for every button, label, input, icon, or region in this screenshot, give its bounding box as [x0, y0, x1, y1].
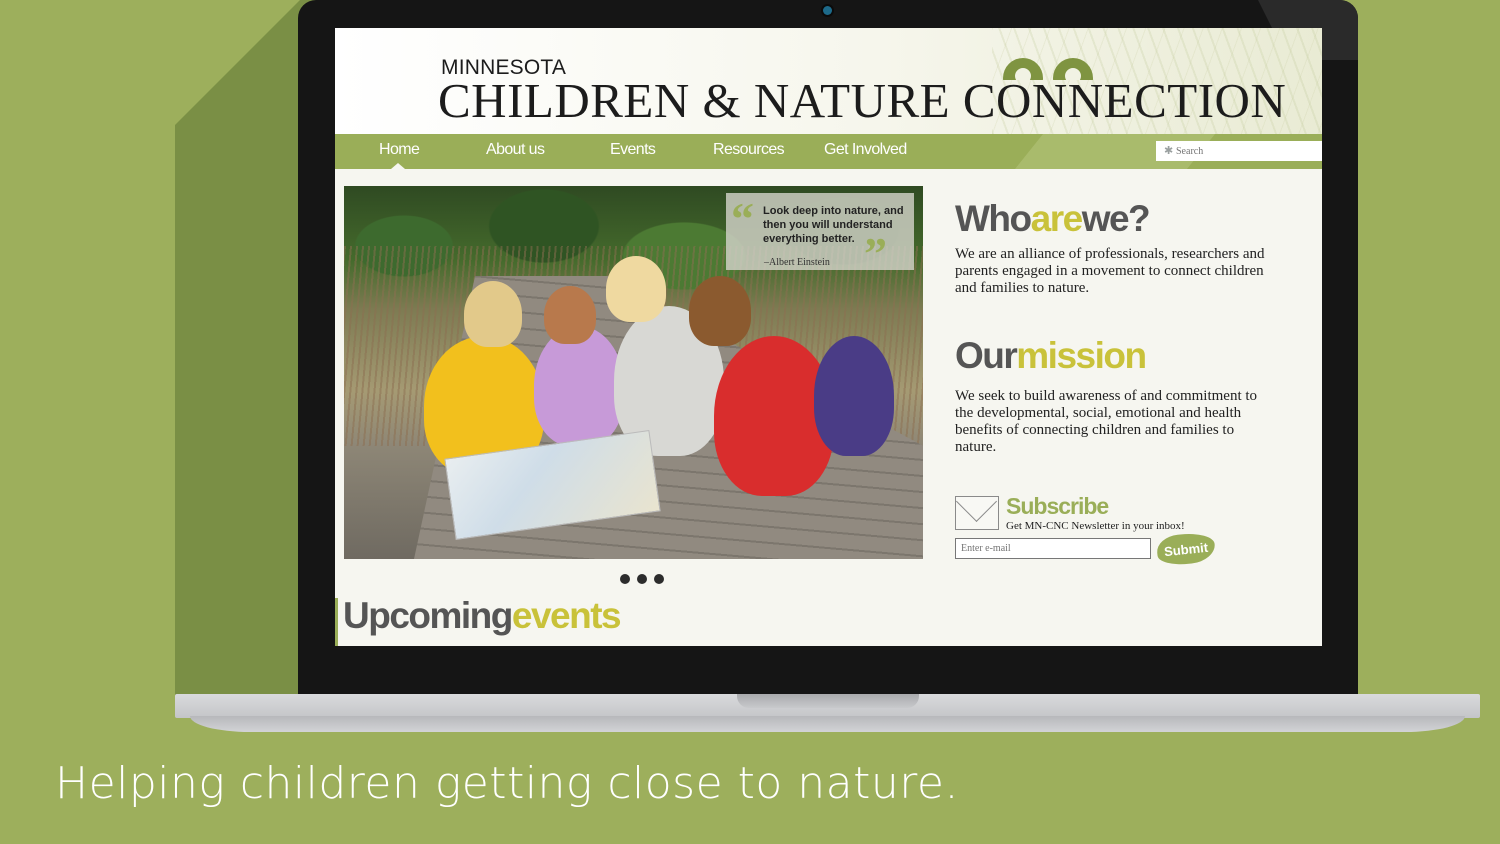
laptop-notch [737, 694, 919, 708]
subscribe-title: Subscribe [1006, 493, 1109, 519]
camera-icon [823, 6, 832, 15]
envelope-icon [955, 496, 999, 530]
carousel-dots [620, 571, 671, 589]
quote-text: Look deep into nature, and then you will… [763, 205, 904, 245]
upcoming-events-heading: Upcomingevents [343, 595, 622, 636]
email-field[interactable] [955, 538, 1151, 559]
slide-caption: Helping children getting close to nature… [55, 758, 959, 809]
website-screen: MINNESOTA CHILDREN & NATURE CONNECTION H… [335, 28, 1322, 646]
subscribe-note: Get MN-CNC Newsletter in your inbox! [1006, 520, 1185, 532]
nav-resources[interactable]: Resources [713, 141, 785, 159]
who-heading: Whoarewe? [955, 198, 1151, 239]
search-input[interactable] [1156, 141, 1322, 161]
nav-events[interactable]: Events [610, 141, 656, 159]
main-nav: Home About us Events Resources Get Invol… [335, 134, 1322, 169]
nav-active-caret [391, 163, 405, 169]
close-quote-icon: ” [864, 228, 887, 279]
mission-text: We seek to build awareness of and commit… [955, 388, 1258, 455]
carousel-dot[interactable] [637, 574, 647, 584]
quote-box: “ Look deep into nature, and then you wi… [726, 193, 914, 277]
site-title[interactable]: CHILDREN & NATURE CONNECTION [438, 72, 1286, 129]
search-icon: ✱ [1164, 145, 1174, 157]
mission-heading: Ourmission [955, 335, 1147, 376]
carousel-dot[interactable] [620, 574, 630, 584]
site-header: MINNESOTA CHILDREN & NATURE CONNECTION [335, 28, 1322, 134]
child-figure [534, 326, 624, 446]
who-text: We are an alliance of professionals, res… [955, 246, 1265, 296]
open-quote-icon: “ [731, 193, 754, 244]
hero-image: “ Look deep into nature, and then you wi… [344, 186, 923, 559]
carousel-dot[interactable] [654, 574, 664, 584]
nav-home[interactable]: Home [379, 141, 420, 159]
submit-button[interactable]: Submit [1155, 531, 1217, 567]
quote-author: –Albert Einstein [764, 257, 830, 268]
nav-about-us[interactable]: About us [486, 141, 545, 159]
nav-get-involved[interactable]: Get Involved [824, 141, 907, 159]
